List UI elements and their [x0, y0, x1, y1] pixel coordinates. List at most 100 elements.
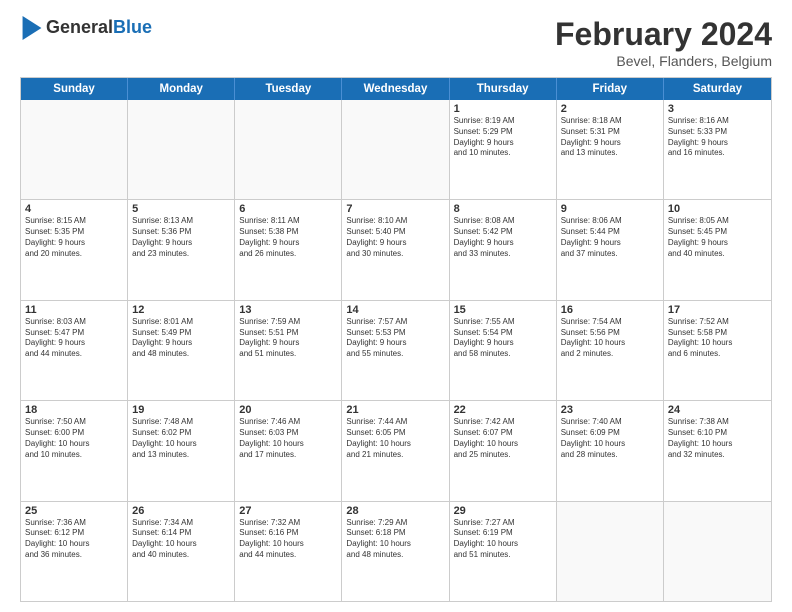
day-info: Sunrise: 8:11 AM Sunset: 5:38 PM Dayligh…	[239, 216, 337, 259]
day-info: Sunrise: 7:54 AM Sunset: 5:56 PM Dayligh…	[561, 317, 659, 360]
weekday-header: Wednesday	[342, 78, 449, 100]
day-number: 27	[239, 505, 337, 517]
calendar-cell: 11Sunrise: 8:03 AM Sunset: 5:47 PM Dayli…	[21, 301, 128, 400]
logo: GeneralBlue	[20, 16, 152, 40]
day-number: 4	[25, 203, 123, 215]
calendar-cell: 8Sunrise: 8:08 AM Sunset: 5:42 PM Daylig…	[450, 200, 557, 299]
day-info: Sunrise: 8:19 AM Sunset: 5:29 PM Dayligh…	[454, 116, 552, 159]
day-info: Sunrise: 8:06 AM Sunset: 5:44 PM Dayligh…	[561, 216, 659, 259]
calendar-cell: 2Sunrise: 8:18 AM Sunset: 5:31 PM Daylig…	[557, 100, 664, 199]
calendar-page: GeneralBlue February 2024 Bevel, Flander…	[0, 0, 792, 612]
day-number: 16	[561, 304, 659, 316]
title-block: February 2024 Bevel, Flanders, Belgium	[555, 16, 772, 69]
day-number: 20	[239, 404, 337, 416]
day-info: Sunrise: 7:50 AM Sunset: 6:00 PM Dayligh…	[25, 417, 123, 460]
calendar-cell	[21, 100, 128, 199]
day-number: 28	[346, 505, 444, 517]
logo-icon	[22, 16, 42, 40]
calendar-grid: SundayMondayTuesdayWednesdayThursdayFrid…	[20, 77, 772, 602]
calendar-cell: 12Sunrise: 8:01 AM Sunset: 5:49 PM Dayli…	[128, 301, 235, 400]
logo-general: General	[46, 17, 113, 37]
day-number: 3	[668, 103, 767, 115]
calendar-row: 25Sunrise: 7:36 AM Sunset: 6:12 PM Dayli…	[21, 501, 771, 601]
day-number: 23	[561, 404, 659, 416]
calendar-cell: 21Sunrise: 7:44 AM Sunset: 6:05 PM Dayli…	[342, 401, 449, 500]
calendar-row: 11Sunrise: 8:03 AM Sunset: 5:47 PM Dayli…	[21, 300, 771, 400]
day-info: Sunrise: 8:05 AM Sunset: 5:45 PM Dayligh…	[668, 216, 767, 259]
page-header: GeneralBlue February 2024 Bevel, Flander…	[20, 16, 772, 69]
calendar-cell	[128, 100, 235, 199]
day-number: 8	[454, 203, 552, 215]
calendar-cell: 9Sunrise: 8:06 AM Sunset: 5:44 PM Daylig…	[557, 200, 664, 299]
day-info: Sunrise: 7:34 AM Sunset: 6:14 PM Dayligh…	[132, 518, 230, 561]
calendar-row: 18Sunrise: 7:50 AM Sunset: 6:00 PM Dayli…	[21, 400, 771, 500]
logo-blue: Blue	[113, 17, 152, 37]
day-number: 2	[561, 103, 659, 115]
day-info: Sunrise: 7:48 AM Sunset: 6:02 PM Dayligh…	[132, 417, 230, 460]
calendar-cell: 3Sunrise: 8:16 AM Sunset: 5:33 PM Daylig…	[664, 100, 771, 199]
calendar-cell: 19Sunrise: 7:48 AM Sunset: 6:02 PM Dayli…	[128, 401, 235, 500]
calendar-cell: 6Sunrise: 8:11 AM Sunset: 5:38 PM Daylig…	[235, 200, 342, 299]
calendar-cell: 1Sunrise: 8:19 AM Sunset: 5:29 PM Daylig…	[450, 100, 557, 199]
calendar-cell: 5Sunrise: 8:13 AM Sunset: 5:36 PM Daylig…	[128, 200, 235, 299]
calendar-cell: 14Sunrise: 7:57 AM Sunset: 5:53 PM Dayli…	[342, 301, 449, 400]
day-info: Sunrise: 7:40 AM Sunset: 6:09 PM Dayligh…	[561, 417, 659, 460]
day-info: Sunrise: 7:59 AM Sunset: 5:51 PM Dayligh…	[239, 317, 337, 360]
calendar-cell: 16Sunrise: 7:54 AM Sunset: 5:56 PM Dayli…	[557, 301, 664, 400]
day-info: Sunrise: 8:10 AM Sunset: 5:40 PM Dayligh…	[346, 216, 444, 259]
day-info: Sunrise: 7:36 AM Sunset: 6:12 PM Dayligh…	[25, 518, 123, 561]
calendar-cell: 26Sunrise: 7:34 AM Sunset: 6:14 PM Dayli…	[128, 502, 235, 601]
day-info: Sunrise: 7:42 AM Sunset: 6:07 PM Dayligh…	[454, 417, 552, 460]
day-info: Sunrise: 7:55 AM Sunset: 5:54 PM Dayligh…	[454, 317, 552, 360]
calendar-cell: 4Sunrise: 8:15 AM Sunset: 5:35 PM Daylig…	[21, 200, 128, 299]
weekday-header: Sunday	[21, 78, 128, 100]
day-number: 17	[668, 304, 767, 316]
calendar-cell: 27Sunrise: 7:32 AM Sunset: 6:16 PM Dayli…	[235, 502, 342, 601]
calendar-cell: 22Sunrise: 7:42 AM Sunset: 6:07 PM Dayli…	[450, 401, 557, 500]
weekday-header: Saturday	[664, 78, 771, 100]
calendar-cell: 28Sunrise: 7:29 AM Sunset: 6:18 PM Dayli…	[342, 502, 449, 601]
day-number: 15	[454, 304, 552, 316]
calendar-cell: 18Sunrise: 7:50 AM Sunset: 6:00 PM Dayli…	[21, 401, 128, 500]
calendar-header: SundayMondayTuesdayWednesdayThursdayFrid…	[21, 78, 771, 100]
calendar-body: 1Sunrise: 8:19 AM Sunset: 5:29 PM Daylig…	[21, 100, 771, 601]
day-number: 1	[454, 103, 552, 115]
calendar-cell: 17Sunrise: 7:52 AM Sunset: 5:58 PM Dayli…	[664, 301, 771, 400]
calendar-cell: 29Sunrise: 7:27 AM Sunset: 6:19 PM Dayli…	[450, 502, 557, 601]
weekday-header: Tuesday	[235, 78, 342, 100]
calendar-cell	[342, 100, 449, 199]
calendar-row: 4Sunrise: 8:15 AM Sunset: 5:35 PM Daylig…	[21, 199, 771, 299]
day-info: Sunrise: 7:44 AM Sunset: 6:05 PM Dayligh…	[346, 417, 444, 460]
location-subtitle: Bevel, Flanders, Belgium	[555, 53, 772, 69]
day-info: Sunrise: 8:01 AM Sunset: 5:49 PM Dayligh…	[132, 317, 230, 360]
day-info: Sunrise: 8:03 AM Sunset: 5:47 PM Dayligh…	[25, 317, 123, 360]
calendar-cell: 20Sunrise: 7:46 AM Sunset: 6:03 PM Dayli…	[235, 401, 342, 500]
calendar-cell: 10Sunrise: 8:05 AM Sunset: 5:45 PM Dayli…	[664, 200, 771, 299]
day-number: 11	[25, 304, 123, 316]
day-number: 13	[239, 304, 337, 316]
day-info: Sunrise: 7:52 AM Sunset: 5:58 PM Dayligh…	[668, 317, 767, 360]
day-info: Sunrise: 8:16 AM Sunset: 5:33 PM Dayligh…	[668, 116, 767, 159]
day-number: 12	[132, 304, 230, 316]
day-number: 7	[346, 203, 444, 215]
day-info: Sunrise: 7:46 AM Sunset: 6:03 PM Dayligh…	[239, 417, 337, 460]
day-info: Sunrise: 8:13 AM Sunset: 5:36 PM Dayligh…	[132, 216, 230, 259]
day-info: Sunrise: 7:38 AM Sunset: 6:10 PM Dayligh…	[668, 417, 767, 460]
calendar-cell: 25Sunrise: 7:36 AM Sunset: 6:12 PM Dayli…	[21, 502, 128, 601]
day-number: 10	[668, 203, 767, 215]
day-info: Sunrise: 7:57 AM Sunset: 5:53 PM Dayligh…	[346, 317, 444, 360]
day-info: Sunrise: 7:32 AM Sunset: 6:16 PM Dayligh…	[239, 518, 337, 561]
day-number: 19	[132, 404, 230, 416]
day-number: 9	[561, 203, 659, 215]
weekday-header: Thursday	[450, 78, 557, 100]
day-info: Sunrise: 8:15 AM Sunset: 5:35 PM Dayligh…	[25, 216, 123, 259]
calendar-cell: 15Sunrise: 7:55 AM Sunset: 5:54 PM Dayli…	[450, 301, 557, 400]
day-number: 6	[239, 203, 337, 215]
calendar-row: 1Sunrise: 8:19 AM Sunset: 5:29 PM Daylig…	[21, 100, 771, 199]
day-number: 22	[454, 404, 552, 416]
day-number: 29	[454, 505, 552, 517]
day-info: Sunrise: 7:29 AM Sunset: 6:18 PM Dayligh…	[346, 518, 444, 561]
calendar-cell	[235, 100, 342, 199]
calendar-cell: 24Sunrise: 7:38 AM Sunset: 6:10 PM Dayli…	[664, 401, 771, 500]
day-info: Sunrise: 7:27 AM Sunset: 6:19 PM Dayligh…	[454, 518, 552, 561]
